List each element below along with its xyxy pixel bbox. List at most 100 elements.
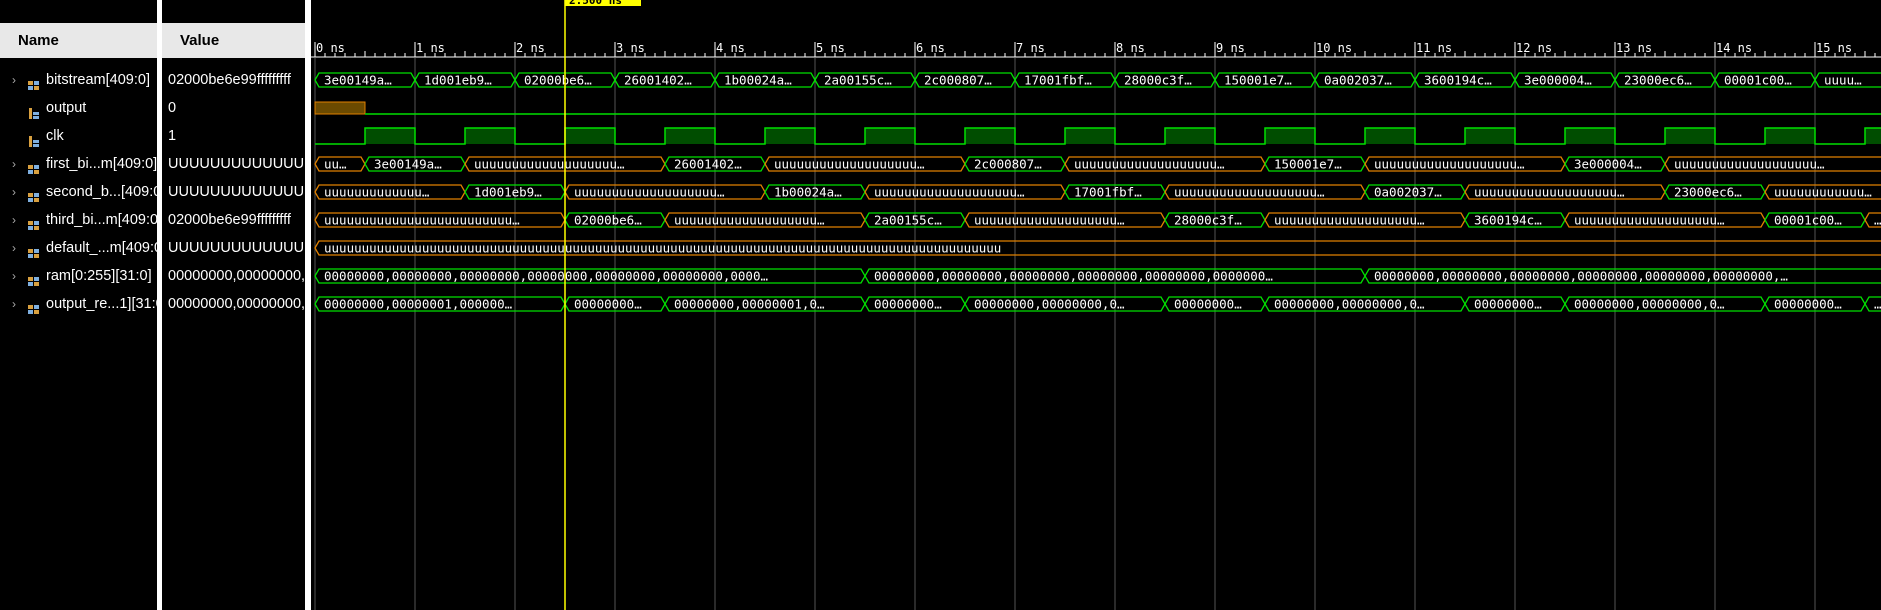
timeline-label: 8 ns	[1116, 41, 1145, 55]
bus-value-label: 00000000,00000000,00000000,00000000,0000…	[324, 269, 768, 284]
bus-value-label: uuuuuuuuuuuuuuuuuuuuuuuuu…	[324, 213, 520, 228]
bit-icon	[28, 130, 40, 147]
timeline-label: 0 ns	[316, 41, 345, 55]
clk-high-fill	[1065, 128, 1115, 144]
bus-value-label: 0a002037…	[1324, 73, 1392, 88]
bus-value-label: 00000000…	[1774, 297, 1842, 312]
signal-row[interactable]: output	[0, 94, 157, 122]
bus-value-label: 23000ec6…	[1624, 73, 1692, 88]
signal-value: 00000000,00000000,0	[168, 268, 305, 284]
signal-value-row[interactable]: 00000000,00000000,0	[162, 262, 305, 290]
bus-value-label: 3600194c…	[1424, 73, 1492, 88]
signal-value-row[interactable]: UUUUUUUUUUUUUUU	[162, 234, 305, 262]
timeline-label: 11 ns	[1416, 41, 1452, 55]
expand-chevron-icon[interactable]: ›	[12, 66, 16, 94]
timeline-label: 13 ns	[1616, 41, 1652, 55]
signal-row[interactable]: › third_bi...m[409:0]	[0, 206, 162, 234]
bus-value-label: 3e000004…	[1574, 157, 1642, 172]
expand-chevron-icon[interactable]: ›	[12, 234, 16, 262]
bus-value-label: 2a00155c…	[824, 73, 892, 88]
value-column-header[interactable]: Value	[162, 23, 305, 58]
timeline-label: 3 ns	[616, 41, 645, 55]
signal-value-row[interactable]: 02000be6e99fffffffff	[162, 66, 305, 94]
signal-name: ram[0:255][31:0]	[46, 268, 152, 284]
bus-value-label: 1b00024a…	[724, 73, 792, 88]
bus-value-label: 1d001eb9…	[474, 185, 542, 200]
bus-icon	[28, 242, 40, 258]
bus-value-label: 2a00155c…	[874, 213, 942, 228]
clk-high-fill	[1565, 128, 1615, 144]
signal-row[interactable]: › ram[0:255][31:0]	[0, 262, 157, 290]
bus-icon	[28, 74, 40, 90]
clk-high-fill	[465, 128, 515, 144]
timeline-label: 7 ns	[1016, 41, 1045, 55]
bus-value-label: uu…	[324, 157, 347, 172]
timeline-label: 2 ns	[516, 41, 545, 55]
signal-name: second_b...[409:0]	[46, 184, 166, 200]
bus-value-label: uuuuuuuuuuuuuuuuuuu…	[1174, 185, 1325, 200]
bus-value-label: 2c000807…	[974, 157, 1042, 172]
bus-value-label: 00000000,00000000,0…	[974, 297, 1125, 312]
signal-value-row[interactable]: 00000000,00000000,0	[162, 290, 305, 318]
signal-row[interactable]: clk	[0, 122, 157, 150]
bus-value-label: 28000c3f…	[1174, 213, 1242, 228]
clk-high-fill	[565, 128, 615, 144]
timeline-label: 5 ns	[816, 41, 845, 55]
bus-value-label: 28000c3f…	[1124, 73, 1192, 88]
signal-value-column: Value 02000be6e99fffffffff 0 1 UUUUUUUUUUUU…	[162, 0, 305, 610]
bus-icon	[28, 298, 40, 314]
bit-icon	[28, 102, 40, 119]
clk-high-fill	[1165, 128, 1215, 144]
bus-value-label: uuuuuuuuuuuuuuuuuuu…	[474, 157, 625, 172]
signal-name: output_re...1][31:0]	[46, 296, 168, 312]
bus-value-label: uuuuuuuuuuuuuuuuuuu…	[1374, 157, 1525, 172]
signal-row[interactable]: › default_...m[409:0]	[0, 234, 166, 262]
bus-value-label: 1b00024a…	[774, 185, 842, 200]
signal-value: UUUUUUUUUUUUUUU	[168, 184, 305, 200]
bus-value-label: 0a002037…	[1374, 185, 1442, 200]
timeline-label: 4 ns	[716, 41, 745, 55]
signal-row[interactable]: › bitstream[409:0]	[0, 66, 157, 94]
signal-value: UUUUUUUUUUUUUUU	[168, 156, 305, 172]
bus-value-label: 00000000,00000000,0…	[1574, 297, 1725, 312]
bus-value-label: 00000000,00000000,00000000,00000000,0000…	[1374, 269, 1788, 284]
expand-chevron-icon[interactable]: ›	[12, 150, 16, 178]
bus-value-label: 23000ec6…	[1674, 185, 1742, 200]
bus-value-label: 17001fbf…	[1074, 185, 1142, 200]
bus-value-label: 1d001eb9…	[424, 73, 492, 88]
expand-chevron-icon[interactable]: ›	[12, 206, 16, 234]
signal-name: output	[46, 100, 87, 116]
signal-value-row[interactable]: UUUUUUUUUUUUUUU	[162, 178, 305, 206]
cursor-time-label: 2.500 ns	[569, 0, 622, 7]
timeline-label: 14 ns	[1716, 41, 1752, 55]
waveform-pane[interactable]: 0 ns 1 ns 2 ns 3 ns 4 ns 5 ns 6 ns 7 ns 8 ns 9 ns…	[311, 0, 1881, 610]
clk-high-fill	[1865, 128, 1881, 144]
bus-value-label: uuuuuuuuuuuuuuuuuuu…	[1074, 157, 1225, 172]
signal-value-row[interactable]: 02000be6e99fffffffff	[162, 206, 305, 234]
bus-value-label: 00000000…	[1474, 297, 1542, 312]
signal-value-row[interactable]: UUUUUUUUUUUUUUU	[162, 150, 305, 178]
expand-chevron-icon[interactable]: ›	[12, 290, 16, 318]
signal-name: bitstream[409:0]	[46, 72, 150, 88]
bus-value-label: 00001c00…	[1724, 73, 1792, 88]
signal-value-row[interactable]: 0	[162, 94, 305, 122]
signal-row[interactable]: › second_b...[409:0]	[0, 178, 165, 206]
signal-row[interactable]: › first_bi...m[409:0]	[0, 150, 157, 178]
bus-value-label: 00000000…	[874, 297, 942, 312]
expand-chevron-icon[interactable]: ›	[12, 178, 16, 206]
waveform-canvas[interactable]: 0 ns 1 ns 2 ns 3 ns 4 ns 5 ns 6 ns 7 ns 8 ns 9 ns…	[311, 0, 1881, 610]
signal-row[interactable]: › output_re...1][31:0]	[0, 290, 168, 318]
bus-value-label: uuuuuuuuuuuuuuuuuuu…	[874, 185, 1025, 200]
bus-value-label: uuuuuuuuuuuuuuuuuuu…	[1674, 157, 1825, 172]
bus-value-label: …	[1874, 213, 1881, 228]
bus-value-label: 26001402…	[674, 157, 742, 172]
signal-name-column: Name › bitstream[409:0] output clk › first_bi…	[0, 0, 168, 610]
signal-value: 0	[168, 100, 177, 116]
bus-value-label: 00000000,00000000,00000000,00000000,0000…	[874, 269, 1273, 284]
name-column-header[interactable]: Name	[0, 23, 157, 58]
clk-high-fill	[1665, 128, 1715, 144]
clk-high-fill	[965, 128, 1015, 144]
bus-icon	[28, 270, 40, 286]
signal-value-row[interactable]: 1	[162, 122, 305, 150]
expand-chevron-icon[interactable]: ›	[12, 262, 16, 290]
